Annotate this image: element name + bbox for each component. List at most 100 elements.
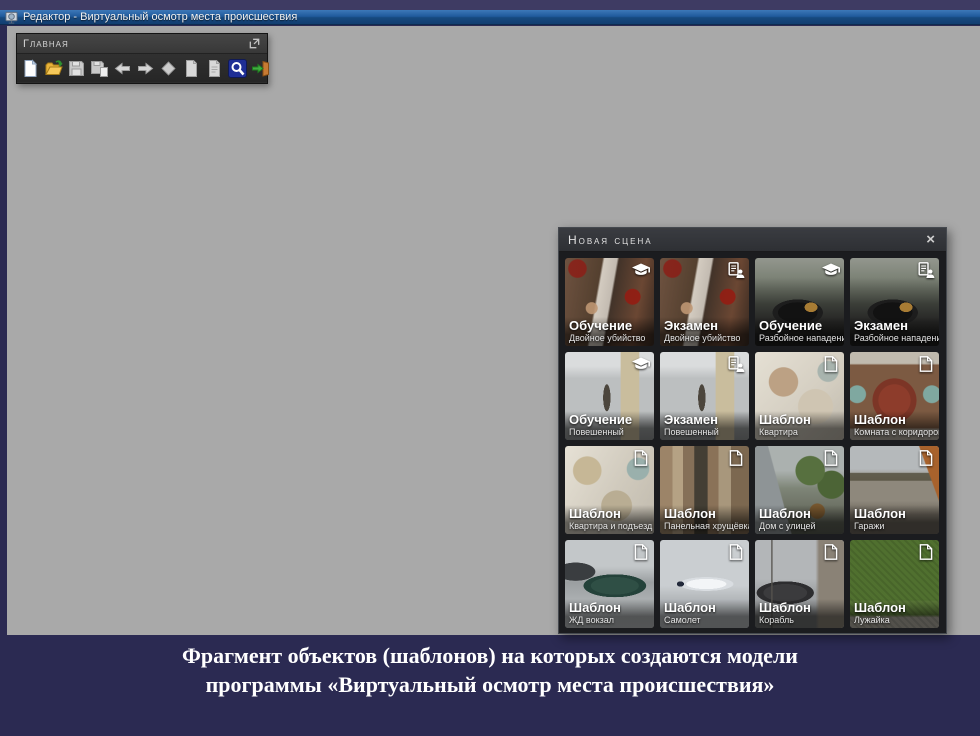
document-lines-icon: [205, 59, 224, 78]
blank-page-icon: [821, 543, 841, 560]
scene-tile[interactable]: ОбучениеРазбойное нападение: [755, 258, 844, 346]
tile-name: ЖД вокзал: [569, 615, 650, 625]
tile-labels: ОбучениеРазбойное нападение: [755, 317, 844, 346]
open-folder-icon: [44, 59, 63, 78]
scene-tile[interactable]: ЭкзаменРазбойное нападение: [850, 258, 939, 346]
arrow-left-icon: [113, 59, 132, 78]
tile-labels: ШаблонЖД вокзал: [565, 599, 654, 628]
tile-labels: ЭкзаменПовешенный: [660, 411, 749, 440]
blank-page-icon: [916, 449, 936, 466]
blank-page-icon: [821, 449, 841, 466]
caption-line-1: Фрагмент объектов (шаблонов) на которых …: [0, 641, 980, 670]
tile-category: Экзамен: [854, 319, 935, 333]
scene-tile[interactable]: ШаблонКорабль: [755, 540, 844, 628]
tile-labels: ШаблонДом с улицей: [755, 505, 844, 534]
new-scene-dialog-title: Новая сцена: [568, 233, 653, 247]
scene-tile[interactable]: ШаблонЖД вокзал: [565, 540, 654, 628]
blank-page-icon: [821, 355, 841, 372]
new-document-icon: [21, 59, 40, 78]
slide-caption: Фрагмент объектов (шаблонов) на которых …: [0, 641, 980, 699]
toolbar-panel-header: Главная: [17, 34, 267, 54]
tile-name: Корабль: [759, 615, 840, 625]
tile-name: Гаражи: [854, 521, 935, 531]
report-button[interactable]: [204, 57, 225, 80]
scene-tile[interactable]: ШаблонГаражи: [850, 446, 939, 534]
open-button[interactable]: [43, 57, 64, 80]
tile-labels: ШаблонКвартира и подъезд: [565, 505, 654, 534]
scene-tile[interactable]: ШаблонСамолет: [660, 540, 749, 628]
graduation-cap-icon: [631, 355, 651, 372]
blank-page-icon: [726, 449, 746, 466]
app-icon: [5, 11, 18, 24]
caption-line-2: программы «Виртуальный осмотр места прои…: [0, 670, 980, 699]
new-scene-dialog: Новая сцена × ОбучениеДвойное убийствоЭк…: [558, 227, 947, 634]
blank-page-icon: [916, 355, 936, 372]
scene-tile[interactable]: ШаблонПанельная хрущёвка: [660, 446, 749, 534]
toolbar-buttons-row: [17, 54, 267, 82]
graduation-cap-icon: [631, 261, 651, 278]
scene-tile[interactable]: ШаблонКомната с коридором: [850, 352, 939, 440]
slide-top-strip: [0, 0, 980, 10]
tile-name: Самолет: [664, 615, 745, 625]
scene-tile[interactable]: ШаблонЛужайка: [850, 540, 939, 628]
search-button[interactable]: [227, 57, 248, 80]
scene-tile[interactable]: ШаблонКвартира: [755, 352, 844, 440]
tile-labels: ШаблонСамолет: [660, 599, 749, 628]
exam-checklist-icon: [916, 261, 936, 278]
tile-category: Шаблон: [854, 601, 935, 615]
redo-button[interactable]: [135, 57, 156, 80]
scene-tile[interactable]: ОбучениеДвойное убийство: [565, 258, 654, 346]
exit-button[interactable]: [250, 57, 271, 80]
arrow-right-icon: [136, 59, 155, 78]
save-as-button[interactable]: [89, 57, 110, 80]
scene-tile[interactable]: ЭкзаменПовешенный: [660, 352, 749, 440]
window-titlebar: Редактор - Виртуальный осмотр места прои…: [0, 10, 980, 25]
tile-labels: ШаблонПанельная хрущёвка: [660, 505, 749, 534]
tile-category: Экзамен: [664, 319, 745, 333]
tile-name: Дом с улицей: [759, 521, 840, 531]
tile-labels: ЭкзаменДвойное убийство: [660, 317, 749, 346]
tile-name: Разбойное нападение: [854, 333, 935, 343]
tile-category: Экзамен: [664, 413, 745, 427]
tile-name: Лужайка: [854, 615, 935, 625]
toolbar-panel-title: Главная: [23, 38, 69, 50]
main-toolbar-panel: Главная: [16, 33, 268, 84]
document-button[interactable]: [181, 57, 202, 80]
tile-name: Квартира: [759, 427, 840, 437]
tile-category: Шаблон: [664, 601, 745, 615]
tile-category: Шаблон: [759, 601, 840, 615]
objects-button[interactable]: [158, 57, 179, 80]
tile-labels: ШаблонГаражи: [850, 505, 939, 534]
tile-labels: ОбучениеДвойное убийство: [565, 317, 654, 346]
new-scene-dialog-header: Новая сцена ×: [559, 228, 946, 252]
tile-name: Комната с коридором: [854, 427, 935, 437]
tile-category: Шаблон: [854, 413, 935, 427]
undo-button[interactable]: [112, 57, 133, 80]
tile-name: Двойное убийство: [664, 333, 745, 343]
scene-tile[interactable]: ШаблонДом с улицей: [755, 446, 844, 534]
tile-category: Обучение: [569, 319, 650, 333]
tile-category: Шаблон: [569, 601, 650, 615]
document-icon: [182, 59, 201, 78]
tile-labels: ОбучениеПовешенный: [565, 411, 654, 440]
magnifier-icon: [228, 59, 247, 78]
scene-tile[interactable]: ОбучениеПовешенный: [565, 352, 654, 440]
exit-door-icon: [251, 59, 270, 78]
new-scene-button[interactable]: [20, 57, 41, 80]
editor-workspace: Главная Новая сцена × ОбучениеДвойное уб…: [7, 26, 980, 635]
close-icon[interactable]: ×: [924, 232, 937, 247]
tile-category: Шаблон: [854, 507, 935, 521]
blank-page-icon: [631, 449, 651, 466]
diamond-icon: [159, 59, 178, 78]
tile-labels: ШаблонКвартира: [755, 411, 844, 440]
tile-category: Шаблон: [569, 507, 650, 521]
save-as-icon: [90, 59, 109, 78]
scene-tile[interactable]: ЭкзаменДвойное убийство: [660, 258, 749, 346]
exam-checklist-icon: [726, 261, 746, 278]
scene-tile[interactable]: ШаблонКвартира и подъезд: [565, 446, 654, 534]
tile-name: Панельная хрущёвка: [664, 521, 745, 531]
save-icon: [67, 59, 86, 78]
save-button[interactable]: [66, 57, 87, 80]
undock-icon[interactable]: [248, 37, 261, 50]
tile-category: Шаблон: [759, 413, 840, 427]
